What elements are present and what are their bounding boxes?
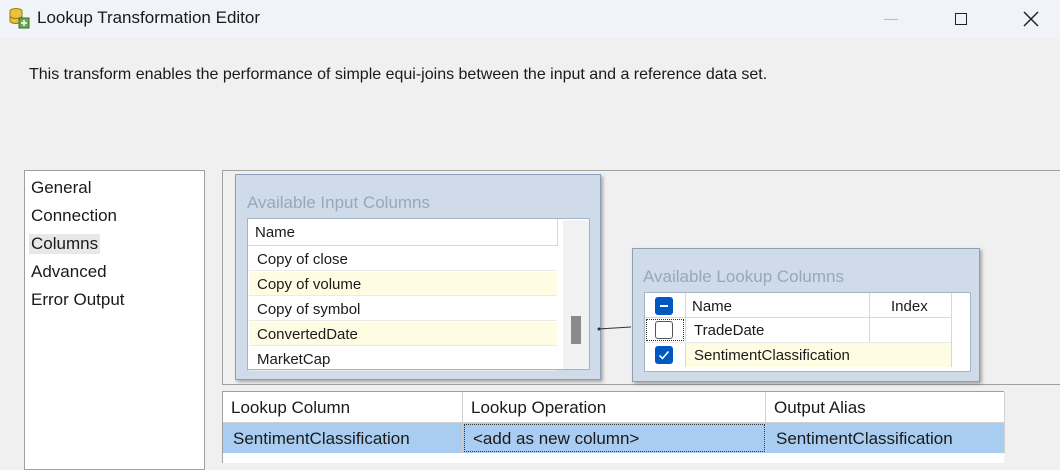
nav-item-general[interactable]: General [31,178,91,198]
input-columns-box[interactable]: Available Input Columns Name Copy of clo… [235,174,601,380]
input-columns-title: Available Input Columns [247,193,431,212]
lookup-columns-title: Available Lookup Columns [643,267,844,286]
input-column-row[interactable]: Copy of symbol [249,297,557,321]
nav-item-connection[interactable]: Connection [31,206,117,226]
maximize-icon [955,13,967,25]
mapping-cell-lookup-operation[interactable]: <add as new column> [463,423,766,453]
mapping-cell-lookup-column[interactable]: SentimentClassification [223,423,463,453]
scroll-thumb[interactable] [571,316,581,344]
lookup-columns-grid: Name Index TradeDate SentimentClassifica… [644,292,971,372]
lookup-columns-header-name: Name [692,298,733,315]
sentimentclassification-checkbox[interactable] [655,346,673,364]
mapping-header-output-alias[interactable]: Output Alias [766,392,1005,423]
maximize-button[interactable] [938,0,984,38]
lookup-columns-header-index: Index [891,298,928,315]
nav-panel: General Connection Columns Advanced Erro… [24,170,205,470]
lookup-columns-box[interactable]: Available Lookup Columns Name Index Trad… [632,248,980,382]
input-columns-header-name: Name [255,224,296,241]
title-bar: Lookup Transformation Editor [0,0,1060,38]
close-button[interactable] [1008,0,1054,38]
lookup-transform-icon [9,8,30,29]
description-text: This transform enables the performance o… [29,66,768,83]
input-column-row[interactable]: Copy of close [249,247,557,271]
minimize-button[interactable] [868,0,914,38]
input-column-row[interactable]: ConvertedDate [249,322,557,346]
close-icon [1023,11,1039,27]
select-all-checkbox[interactable] [655,297,673,315]
window-title: Lookup Transformation Editor [37,8,261,27]
checkmark-icon [658,350,670,360]
input-column-row[interactable]: MarketCap [249,347,557,371]
lookup-column-name[interactable]: TradeDate [694,322,764,339]
columns-design-area: Available Input Columns Name Copy of clo… [222,170,1060,385]
input-column-row[interactable]: Copy of volume [249,272,557,296]
nav-item-advanced[interactable]: Advanced [31,262,107,282]
input-columns-grid: Name Copy of close Copy of volume Copy o… [247,218,590,371]
mapping-cell-output-alias[interactable]: SentimentClassification [766,423,1005,453]
nav-item-columns[interactable]: Columns [29,234,101,254]
mapping-grid: Lookup Column Lookup Operation Output Al… [222,391,1005,463]
join-connector [597,326,632,331]
minimize-icon [884,18,898,20]
lookup-column-name[interactable]: SentimentClassification [694,347,850,364]
minus-icon [660,305,668,307]
input-columns-scrollbar[interactable] [563,220,589,369]
mapping-header-lookup-operation[interactable]: Lookup Operation [463,392,766,423]
mapping-header-lookup-column[interactable]: Lookup Column [223,392,463,423]
nav-item-error-output[interactable]: Error Output [31,290,125,310]
